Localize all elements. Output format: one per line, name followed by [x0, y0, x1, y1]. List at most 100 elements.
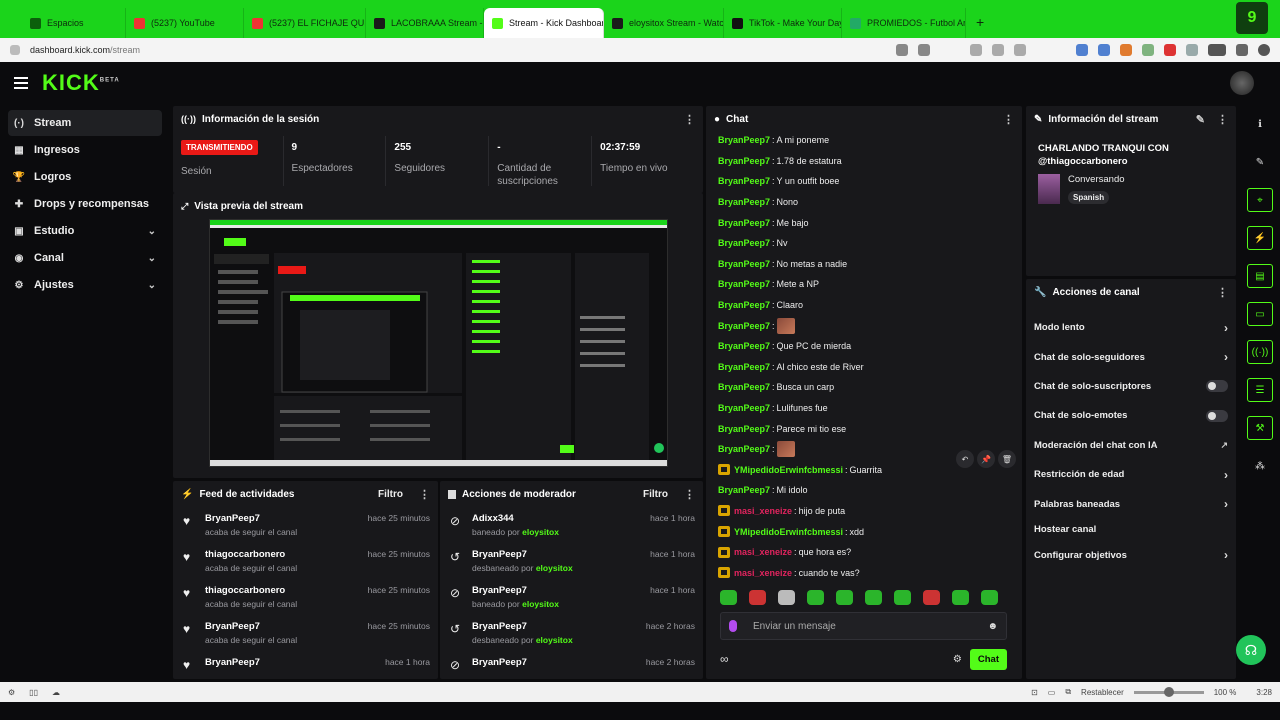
emote-icon[interactable]	[923, 590, 940, 605]
reload-icon[interactable]	[1014, 44, 1026, 56]
new-tab-button[interactable]: +	[976, 14, 984, 30]
chat-message[interactable]: BryanPeep7: Me bajo	[718, 212, 1010, 233]
chat-message[interactable]: BryanPeep7: No metas a nadie	[718, 254, 1010, 275]
target-icon[interactable]: ⌖	[1247, 188, 1273, 212]
chat-message[interactable]: BryanPeep7: Y un outfit boee	[718, 171, 1010, 192]
moderator-name[interactable]: eloysitox	[536, 635, 573, 645]
channel-action-chat-de-solo-emotes[interactable]: Chat de solo-emotes	[1026, 401, 1236, 430]
browser-brand-badge[interactable]: 9	[1236, 2, 1268, 34]
support-icon[interactable]: ☊	[1236, 635, 1266, 665]
chat-username[interactable]: BryanPeep7	[718, 424, 770, 434]
browser-tab[interactable]: LACOBRAAA Stream - Wat	[366, 8, 484, 38]
delete-icon[interactable]: 🗑	[998, 450, 1016, 468]
bookmark-icon[interactable]	[896, 44, 908, 56]
channel-action-palabras-baneadas[interactable]: Palabras baneadas ›	[1026, 489, 1236, 518]
moderated-username[interactable]: BryanPeep7	[472, 621, 646, 632]
chat-username[interactable]: BryanPeep7	[718, 279, 770, 289]
chat-message[interactable]: masi_xeneize: que hora es?	[718, 542, 1010, 563]
browser-tab[interactable]: (5237) EL FICHAJE QUE NC	[244, 8, 366, 38]
info-icon[interactable]: ℹ	[1248, 112, 1272, 136]
activity-username[interactable]: thiagoccarbonero	[205, 585, 368, 596]
chat-message[interactable]: YMipedidoErwinfcbmessi: xdd	[718, 521, 1010, 542]
chat-message[interactable]: BryanPeep7: Mi idolo	[718, 480, 1010, 501]
document-icon[interactable]: ▤	[1247, 264, 1273, 288]
chat-messages[interactable]: BryanPeep7: A mi poneme BryanPeep7:1.78 de…	[706, 128, 1022, 583]
hamburger-menu-icon[interactable]	[14, 77, 28, 89]
channel-action-modo-lento[interactable]: Modo lento ›	[1026, 313, 1236, 342]
activity-username[interactable]: thiagoccarbonero	[205, 549, 368, 560]
tab-icon[interactable]: ⧉	[1065, 687, 1071, 697]
emote-icon[interactable]	[749, 590, 766, 605]
emote-icon[interactable]	[981, 590, 998, 605]
share-icon[interactable]: ⁂	[1248, 454, 1272, 478]
chat-username[interactable]: BryanPeep7	[718, 341, 770, 351]
moderator-filter-button[interactable]: Filtro	[643, 489, 668, 500]
url-field[interactable]: dashboard.kick.com/stream	[30, 45, 886, 55]
extension-icon[interactable]	[1164, 44, 1176, 56]
wrench-icon[interactable]: ⚒	[1247, 416, 1273, 440]
sidebar-toggle-icon[interactable]	[918, 44, 930, 56]
kick-logo[interactable]: KICKBETA	[42, 70, 120, 96]
infinity-icon[interactable]: ∞	[720, 652, 729, 666]
chat-username[interactable]: BryanPeep7	[718, 362, 770, 372]
more-icon[interactable]: ⋮	[684, 113, 695, 126]
back-icon[interactable]	[970, 44, 982, 56]
channel-action-restricci-n-de-edad[interactable]: Restricción de edad ›	[1026, 460, 1236, 489]
channel-action-moderaci-n-del-chat-con-ia[interactable]: Moderación del chat con IA ↗	[1026, 431, 1236, 460]
sidebar-item-ingresos[interactable]: ▦ Ingresos	[8, 137, 162, 163]
chat-message[interactable]: BryanPeep7: Que PC de mierda	[718, 336, 1010, 357]
stream-preview-video[interactable]	[209, 219, 668, 467]
chat-message[interactable]: masi_xeneize: hijo de puta	[718, 501, 1010, 522]
chat-message[interactable]: masi_xeneize: cuando te vas?	[718, 562, 1010, 583]
chat-message[interactable]: BryanPeep7:	[718, 315, 1010, 336]
shield-icon[interactable]	[10, 45, 20, 55]
extension-icon[interactable]	[1076, 44, 1088, 56]
chat-username[interactable]: BryanPeep7	[718, 218, 770, 228]
emote-icon[interactable]	[865, 590, 882, 605]
forward-icon[interactable]	[992, 44, 1004, 56]
chat-username[interactable]: BryanPeep7	[718, 444, 770, 454]
settings-icon[interactable]: ⚙	[8, 688, 15, 697]
chat-message[interactable]: BryanPeep7: A mi poneme	[718, 130, 1010, 151]
chat-message[interactable]: BryanPeep7: Nono	[718, 192, 1010, 213]
chat-username[interactable]: BryanPeep7	[718, 135, 770, 145]
microphone-icon[interactable]	[729, 620, 737, 632]
broadcast-icon[interactable]: ((·))	[1247, 340, 1273, 364]
activity-username[interactable]: BryanPeep7	[205, 621, 368, 632]
moderator-name[interactable]: eloysitox	[522, 599, 559, 609]
chat-message[interactable]: BryanPeep7: Al chico este de River	[718, 357, 1010, 378]
profile-icon[interactable]	[1258, 44, 1270, 56]
moderated-username[interactable]: BryanPeep7	[472, 657, 646, 668]
channel-action-chat-de-solo-seguidores[interactable]: Chat de solo-seguidores ›	[1026, 342, 1236, 371]
chat-username[interactable]: BryanPeep7	[718, 403, 770, 413]
more-icon[interactable]: ⋮	[419, 488, 430, 501]
panel-icon[interactable]: ▯▯	[29, 688, 38, 697]
chat-username[interactable]: BryanPeep7	[718, 382, 770, 392]
sidebar-item-drops[interactable]: ✚ Drops y recompensas	[8, 191, 162, 217]
toggle-switch[interactable]	[1206, 409, 1228, 422]
channel-action-chat-de-solo-suscriptores[interactable]: Chat de solo-suscriptores	[1026, 372, 1236, 401]
lightning-icon[interactable]: ⚡	[1247, 226, 1273, 250]
more-icon[interactable]: ⋮	[1217, 286, 1228, 299]
sidebar-item-logros[interactable]: 🏆 Logros	[8, 164, 162, 190]
browser-tab[interactable]: TikTok - Make Your Day	[724, 8, 842, 38]
activity-filter-button[interactable]: Filtro	[378, 489, 403, 500]
extension-icon[interactable]	[1142, 44, 1154, 56]
more-icon[interactable]: ⋮	[1003, 113, 1014, 126]
chat-username[interactable]: BryanPeep7	[718, 176, 770, 186]
pencil-icon[interactable]: ✎	[1248, 150, 1272, 174]
chat-username[interactable]: YMipedidoErwinfcbmessi	[734, 527, 843, 537]
browser-tab[interactable]: Stream - Kick Dashboard	[484, 8, 604, 38]
chat-username[interactable]: masi_xeneize	[734, 506, 792, 516]
moderator-name[interactable]: eloysitox	[522, 527, 559, 537]
activity-username[interactable]: BryanPeep7	[205, 657, 385, 668]
emote-icon[interactable]	[836, 590, 853, 605]
emote-icon[interactable]	[894, 590, 911, 605]
extension-icon[interactable]	[1186, 44, 1198, 56]
chat-message[interactable]: BryanPeep7: Lulifunes fue	[718, 398, 1010, 419]
chat-username[interactable]: BryanPeep7	[718, 197, 770, 207]
zoom-slider[interactable]	[1133, 686, 1204, 697]
chat-username[interactable]: masi_xeneize	[734, 568, 792, 578]
emote-icon[interactable]	[807, 590, 824, 605]
edit-icon[interactable]: ✎	[1196, 113, 1205, 126]
